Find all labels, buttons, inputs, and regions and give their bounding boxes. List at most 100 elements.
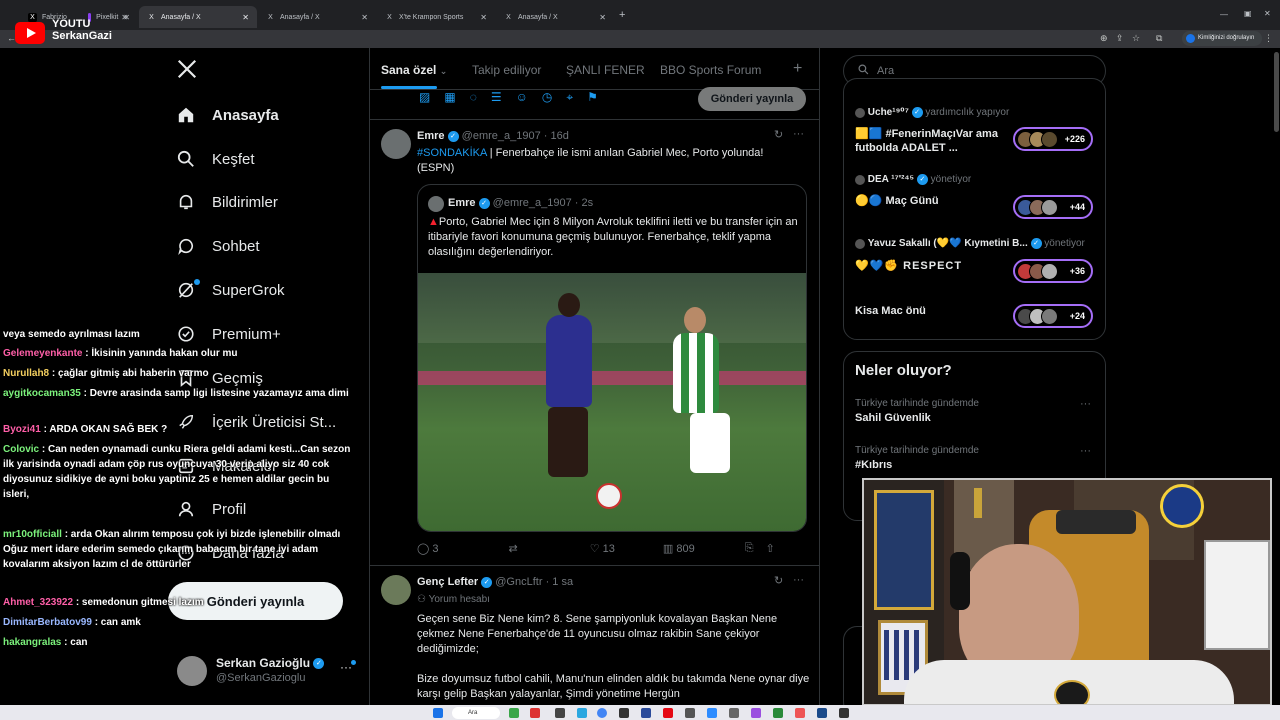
space-listeners[interactable]: +36: [1013, 259, 1093, 283]
emoji-icon[interactable]: ☺: [516, 90, 528, 105]
extensions-icon[interactable]: ⧉: [1156, 33, 1162, 44]
composer-post-button[interactable]: Gönderi yayınla: [698, 87, 806, 111]
browser-tab[interactable]: X X'te Krampon Sports ✕: [377, 6, 495, 28]
trend-more-icon[interactable]: ···: [1080, 398, 1091, 410]
taskbar-app-icon[interactable]: [729, 708, 739, 718]
taskbar-app-icon[interactable]: [817, 708, 827, 718]
tweet-more-icon[interactable]: ···: [793, 574, 804, 586]
account-avatar[interactable]: [177, 656, 207, 686]
close-window-icon[interactable]: ✕: [1264, 9, 1271, 18]
taskbar-app-icon[interactable]: [839, 708, 849, 718]
x-logo-icon[interactable]: [176, 58, 198, 85]
zoom-icon[interactable]: ⊕: [1100, 33, 1108, 44]
location-icon[interactable]: ⌖: [566, 90, 573, 105]
space-title[interactable]: 🟡🔵 Maç Günü: [855, 194, 1005, 208]
nav-supergrok[interactable]: SuperGrok: [176, 277, 285, 303]
close-tab-icon[interactable]: ✕: [599, 13, 606, 22]
taskbar-app-icon[interactable]: [641, 708, 651, 718]
taskbar-app-icon[interactable]: [663, 708, 673, 718]
grok-icon[interactable]: ◌: [470, 90, 477, 105]
taskbar-app-icon[interactable]: [619, 708, 629, 718]
tweet-more-icon[interactable]: ···: [793, 128, 804, 140]
gif-icon[interactable]: ▦: [444, 90, 455, 105]
schedule-icon[interactable]: ◷: [542, 90, 552, 105]
tweet-time[interactable]: · 1 sa: [546, 576, 574, 588]
space-title[interactable]: 💛💙✊ RESPECT: [855, 259, 1005, 273]
taskbar-search[interactable]: Ara: [452, 707, 500, 719]
close-tab-icon[interactable]: ✕: [123, 13, 130, 22]
close-tab-icon[interactable]: ✕: [480, 13, 487, 22]
space-host[interactable]: Yavuz Sakallı (💛💙 Kıymetini B... ✓ yönet…: [855, 238, 1085, 249]
space-title[interactable]: Kisa Mac önü: [855, 304, 1005, 318]
tab-for-you[interactable]: Sana özel ⌄: [381, 63, 447, 77]
windows-start-icon[interactable]: [433, 708, 443, 718]
taskbar-app-icon[interactable]: [530, 708, 540, 718]
space-listeners[interactable]: +226: [1013, 127, 1093, 151]
notification-dot: [194, 279, 200, 285]
new-tab-button[interactable]: +: [619, 9, 625, 21]
repost-icon[interactable]: ⇄: [509, 542, 518, 555]
nav-notifications[interactable]: Bildirimler: [176, 189, 278, 215]
browser-tab-active[interactable]: X Anasayfa / X ✕: [139, 6, 257, 28]
like-button[interactable]: ♡ 13: [590, 542, 615, 555]
hashtag-link[interactable]: #SONDAKİKA: [417, 147, 487, 159]
taskbar-app-icon[interactable]: [685, 708, 695, 718]
match-photo[interactable]: [418, 273, 806, 531]
ad-board: [418, 371, 806, 385]
poll-icon[interactable]: ☰: [491, 90, 502, 105]
add-tab-button[interactable]: +: [793, 60, 802, 78]
taskbar-app-icon[interactable]: [795, 708, 805, 718]
space-listeners[interactable]: +44: [1013, 195, 1093, 219]
browser-menu-icon[interactable]: ⋮: [1264, 33, 1273, 44]
tweet-time[interactable]: · 16d: [544, 130, 569, 142]
trend-name[interactable]: #Kıbrıs: [855, 459, 892, 471]
nav-home[interactable]: Anasayfa: [176, 102, 279, 128]
tweet-author-name[interactable]: Emre: [417, 130, 445, 142]
listener-count: +226: [1064, 134, 1085, 144]
tweet-avatar[interactable]: [381, 129, 411, 159]
share-icon[interactable]: ⇧: [766, 542, 775, 555]
taskbar-app-icon[interactable]: [773, 708, 783, 718]
maximize-icon[interactable]: ▣: [1244, 9, 1252, 18]
tweet-handle[interactable]: @emre_a_1907: [462, 130, 541, 142]
chat-message: veya semedo ayrılması lazım: [3, 327, 353, 342]
bookmark-icon[interactable]: ⎘: [745, 542, 754, 555]
flag-icon[interactable]: ⚑: [587, 90, 598, 105]
nav-chat[interactable]: Sohbet: [176, 233, 260, 259]
browser-tab[interactable]: X Anasayfa / X ✕: [258, 6, 376, 28]
tweet-handle[interactable]: @GncLftr: [495, 576, 542, 588]
browser-tab[interactable]: X Anasayfa / X ✕: [496, 6, 614, 28]
grok-icon[interactable]: ↻: [774, 574, 783, 587]
close-tab-icon[interactable]: ✕: [361, 13, 368, 22]
taskbar-app-icon[interactable]: [751, 708, 761, 718]
nav-explore[interactable]: Keşfet: [176, 146, 255, 172]
tab-sanli-fener[interactable]: ŞANLI FENER: [566, 63, 645, 77]
taskbar-app-icon[interactable]: [707, 708, 717, 718]
taskbar-app-icon[interactable]: [555, 708, 565, 718]
chrome-icon[interactable]: [597, 708, 607, 718]
tab-bbo-sports[interactable]: BBO Sports Forum: [660, 63, 761, 77]
share-icon[interactable]: ⇪: [1116, 33, 1124, 44]
space-listeners[interactable]: +24: [1013, 304, 1093, 328]
tweet-avatar[interactable]: [381, 575, 411, 605]
reply-button[interactable]: ◯ 3: [417, 542, 439, 555]
trend-more-icon[interactable]: ···: [1080, 445, 1091, 457]
taskbar-app-icon[interactable]: [577, 708, 587, 718]
account-name[interactable]: Serkan Gazioğlu ✓: [216, 656, 325, 670]
close-tab-icon[interactable]: ✕: [242, 13, 249, 22]
quoted-tweet[interactable]: Emre ✓ @emre_a_1907 · 2s ▲Porto, Gabriel…: [417, 184, 807, 532]
trend-name[interactable]: Sahil Güvenlik: [855, 412, 931, 424]
grok-icon[interactable]: ↻: [774, 128, 783, 141]
tweet-author-name[interactable]: Genç Lefter: [417, 576, 478, 588]
taskbar-app-icon[interactable]: [509, 708, 519, 718]
space-host[interactable]: DEA ¹⁷ʹ²⁴⁵ ✓ yönetiyor: [855, 174, 971, 185]
views-button[interactable]: ▥ 809: [663, 542, 695, 555]
tab-following[interactable]: Takip ediliyor: [472, 63, 541, 77]
minimize-icon[interactable]: —: [1220, 10, 1228, 19]
space-title[interactable]: 🟨🟦 #FenerinMaçıVar ama futbolda ADALET .…: [855, 127, 1005, 155]
host-name: DEA ¹⁷ʹ²⁴⁵: [867, 174, 915, 186]
space-host[interactable]: Uche¹⁹⁰⁷ ✓ yardımcılık yapıyor: [855, 107, 1009, 118]
scrollbar[interactable]: [1274, 52, 1279, 132]
image-icon[interactable]: ▨: [419, 90, 430, 105]
bookmark-star-icon[interactable]: ☆: [1132, 33, 1140, 44]
